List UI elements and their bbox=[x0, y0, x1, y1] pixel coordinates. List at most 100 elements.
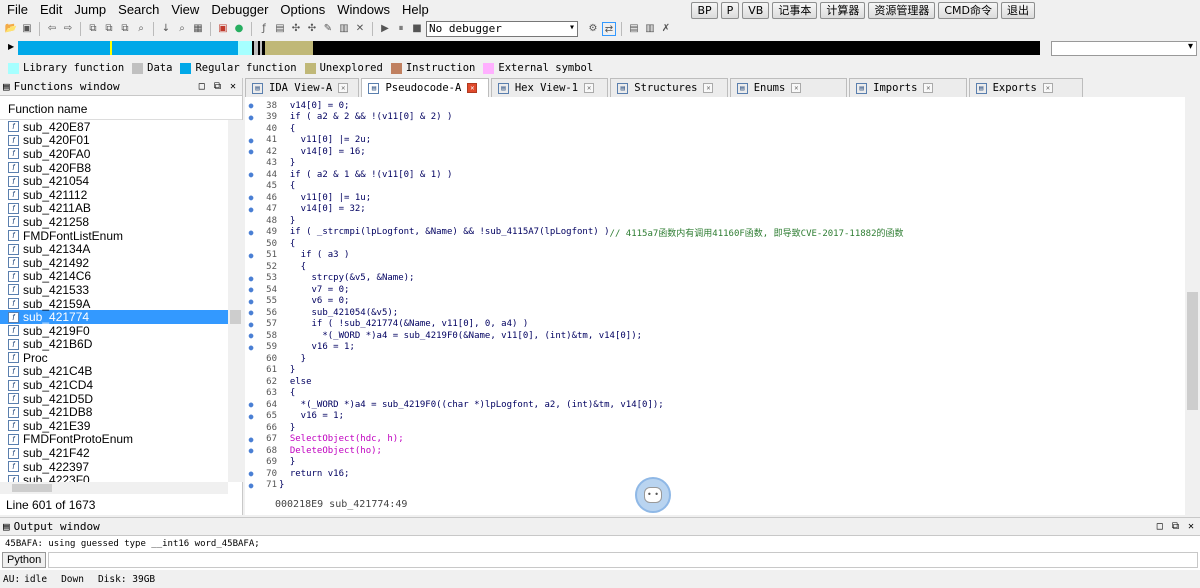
restore-icon[interactable]: □ bbox=[1157, 521, 1163, 532]
float-icon[interactable]: ⧉ bbox=[1172, 521, 1179, 532]
code-line[interactable]: ● 58 *(_WORD *)a4 = sub_4219F0(&Name, v11… bbox=[245, 330, 1175, 342]
code-line[interactable]: ● 38 v14[0] = 0; bbox=[245, 100, 1175, 112]
patch-icon[interactable]: ✎ bbox=[321, 22, 335, 36]
code-line[interactable]: ● 41 v11[0] |= 2u; bbox=[245, 135, 1175, 147]
code-line[interactable]: ● 39 if ( a2 & 2 && !(v11[0] & 2) ) bbox=[245, 112, 1175, 124]
code-line[interactable]: 69 } bbox=[245, 457, 1175, 469]
function-icon[interactable]: ƒ bbox=[257, 22, 271, 36]
quick-button[interactable]: BP bbox=[691, 2, 718, 19]
menu-view[interactable]: View bbox=[164, 0, 204, 20]
function-list-item[interactable]: f sub_421CD4 bbox=[0, 378, 228, 392]
python-command-input[interactable] bbox=[48, 552, 1198, 568]
find-icon[interactable]: ⌕ bbox=[175, 22, 189, 36]
close-icon[interactable]: ✕ bbox=[791, 83, 802, 93]
play-icon[interactable]: ▶ bbox=[378, 22, 392, 36]
function-list-item[interactable]: f sub_421774 bbox=[0, 310, 228, 324]
code-line[interactable]: ● 47 v14[0] = 32; bbox=[245, 204, 1175, 216]
code-line[interactable]: ● 59 v16 = 1; bbox=[245, 342, 1175, 354]
menu-options[interactable]: Options bbox=[273, 0, 330, 20]
edit-icon[interactable]: ▥ bbox=[337, 22, 351, 36]
function-list-item[interactable]: f sub_4214C6 bbox=[0, 269, 228, 283]
function-list-item[interactable]: f sub_4219F0 bbox=[0, 324, 228, 338]
data-icon[interactable]: ▤ bbox=[273, 22, 287, 36]
tab-enums[interactable]: ▤ Enums ✕ bbox=[729, 78, 848, 97]
assistant-avatar-icon[interactable]: • • bbox=[635, 477, 671, 513]
quick-button[interactable]: 退出 bbox=[1001, 2, 1035, 19]
function-list-item[interactable]: f sub_421492 bbox=[0, 256, 228, 270]
find-icon[interactable]: ⌕ bbox=[134, 22, 148, 36]
scroll-thumb[interactable] bbox=[230, 310, 241, 324]
code-line[interactable]: ● 64 *(_WORD *)a4 = sub_4219F0((char *)lp… bbox=[245, 399, 1175, 411]
scroll-thumb[interactable] bbox=[12, 484, 52, 492]
breakpoint-dot-icon[interactable]: ● bbox=[245, 400, 257, 409]
breakpoint-dot-icon[interactable]: ● bbox=[245, 205, 257, 214]
tab-exports[interactable]: ▤ Exports ✕ bbox=[968, 78, 1084, 97]
close-icon[interactable]: ✕ bbox=[1042, 83, 1053, 93]
quick-button[interactable]: CMD命令 bbox=[938, 2, 998, 19]
function-list[interactable]: f sub_420E87 f sub_420F01 f sub_420FA0 f sub_42… bbox=[0, 120, 228, 482]
close-icon[interactable]: ✕ bbox=[584, 83, 595, 93]
sync-icon[interactable]: ⇄ bbox=[602, 22, 616, 36]
code-line[interactable]: 50 { bbox=[245, 238, 1175, 250]
quick-button[interactable]: VB bbox=[742, 2, 770, 19]
code-line[interactable]: ● 44 if ( a2 & 1 && !(v11[0] & 1) ) bbox=[245, 169, 1175, 181]
code-line[interactable]: 61 } bbox=[245, 365, 1175, 377]
breakpoint-dot-icon[interactable]: ● bbox=[245, 147, 257, 156]
scroll-thumb[interactable] bbox=[1187, 292, 1198, 410]
tab-hex-view-1[interactable]: ▤ Hex View-1 ✕ bbox=[490, 78, 609, 97]
enum-icon[interactable]: ✣ bbox=[305, 22, 319, 36]
function-list-item[interactable]: f sub_4211AB bbox=[0, 201, 228, 215]
code-line[interactable]: 52 { bbox=[245, 261, 1175, 273]
tab-ida-view-a[interactable]: ▤ IDA View-A ✕ bbox=[245, 78, 360, 97]
run-icon[interactable]: ● bbox=[232, 22, 246, 36]
trace-icon[interactable]: ▥ bbox=[643, 22, 657, 36]
breakpoint-dot-icon[interactable]: ● bbox=[245, 412, 257, 421]
breakpoint-dot-icon[interactable]: ● bbox=[245, 297, 257, 306]
debugger-options-icon[interactable]: ⚙ bbox=[586, 22, 600, 36]
copy-icon[interactable]: ⧉ bbox=[102, 22, 116, 36]
close-icon[interactable]: ✕ bbox=[353, 22, 367, 36]
code-line[interactable]: 60 } bbox=[245, 353, 1175, 365]
copy-icon[interactable]: ⧉ bbox=[86, 22, 100, 36]
code-line[interactable]: ● 68 DeleteObject(ho); bbox=[245, 445, 1175, 457]
close-icon[interactable]: ✕ bbox=[230, 81, 236, 92]
menu-debugger[interactable]: Debugger bbox=[204, 0, 273, 20]
function-list-item[interactable]: f sub_420FA0 bbox=[0, 147, 228, 161]
function-list-item[interactable]: f sub_421112 bbox=[0, 188, 228, 202]
quick-button[interactable]: 记事本 bbox=[772, 2, 818, 19]
pseudocode-lines[interactable]: ● 38 v14[0] = 0; ● 39 if ( a2 & 2 && !(v11[… bbox=[245, 100, 1175, 492]
breakpoint-dot-icon[interactable]: ● bbox=[245, 446, 257, 455]
function-list-item[interactable]: f sub_421533 bbox=[0, 283, 228, 297]
code-line[interactable]: 66 } bbox=[245, 422, 1175, 434]
quick-button[interactable]: 计算器 bbox=[820, 2, 866, 19]
code-line[interactable]: ● 65 v16 = 1; bbox=[245, 411, 1175, 423]
code-line[interactable]: ● 42 v14[0] = 16; bbox=[245, 146, 1175, 158]
quick-button[interactable]: P bbox=[720, 2, 740, 19]
close-icon[interactable]: ✕ bbox=[467, 83, 478, 93]
function-list-item[interactable]: f sub_421E39 bbox=[0, 419, 228, 433]
back-icon[interactable]: ⇦ bbox=[45, 22, 59, 36]
function-list-vscroll[interactable] bbox=[228, 120, 243, 482]
python-button[interactable]: Python bbox=[2, 552, 47, 568]
code-line[interactable]: ● 54 v7 = 0; bbox=[245, 284, 1175, 296]
segment-dropdown[interactable] bbox=[1051, 41, 1197, 56]
menu-search[interactable]: Search bbox=[111, 0, 164, 20]
code-line[interactable]: ● 51 if ( a3 ) bbox=[245, 250, 1175, 262]
close-icon[interactable]: ✕ bbox=[923, 83, 934, 93]
tab-structures[interactable]: ▤ Structures ✕ bbox=[610, 78, 728, 97]
save-icon[interactable]: ▣ bbox=[20, 22, 34, 36]
paste-icon[interactable]: ⧉ bbox=[118, 22, 132, 36]
tools-icon[interactable]: ✗ bbox=[659, 22, 673, 36]
function-list-item[interactable]: f sub_421C4B bbox=[0, 364, 228, 378]
breakpoint-dot-icon[interactable]: ● bbox=[245, 251, 257, 260]
breakpoint-dot-icon[interactable]: ● bbox=[245, 469, 257, 478]
menu-edit[interactable]: Edit bbox=[33, 0, 67, 20]
breakpoint-dot-icon[interactable]: ● bbox=[245, 274, 257, 283]
function-list-item[interactable]: f sub_421D5D bbox=[0, 392, 228, 406]
breakpoint-dot-icon[interactable]: ● bbox=[245, 113, 257, 122]
pseudocode-vscroll[interactable] bbox=[1185, 97, 1200, 515]
function-list-item[interactable]: f sub_421F42 bbox=[0, 446, 228, 460]
pseudocode-view[interactable]: ● 38 v14[0] = 0; ● 39 if ( a2 & 2 && !(v11[… bbox=[245, 97, 1185, 515]
breakpoint-dot-icon[interactable]: ● bbox=[245, 285, 257, 294]
code-line[interactable]: ● 67 SelectObject(hdc, h); bbox=[245, 434, 1175, 446]
